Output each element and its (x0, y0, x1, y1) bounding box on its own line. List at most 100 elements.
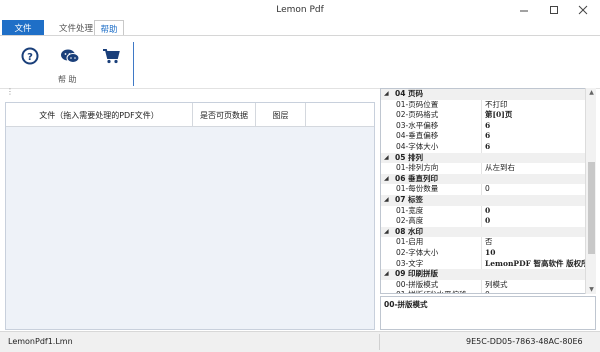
property-value[interactable]: 6 (485, 142, 490, 153)
property-value[interactable]: 10 (485, 248, 495, 259)
property-divider (481, 216, 482, 227)
property-row[interactable]: 00-拼版模式 列模式 (381, 279, 585, 291)
property-row[interactable]: 01-宽度 0 (381, 205, 585, 217)
property-category[interactable]: ◢ 05 排列 (381, 152, 585, 164)
scroll-up-icon[interactable]: ▲ (586, 88, 597, 97)
property-value[interactable]: 列模式 (485, 280, 508, 291)
property-row[interactable]: 03-文字 LemonPDF 智高软件 版权所 (381, 258, 589, 270)
property-row[interactable]: 03-水平偏移 6 (381, 120, 585, 132)
collapse-toggle-icon[interactable]: ◢ (384, 89, 392, 100)
property-divider (481, 131, 482, 142)
property-row[interactable]: 01-排列方向 从左到右 (381, 163, 585, 174)
property-key: 04-垂直偏移 (396, 131, 439, 141)
wechat-button[interactable] (60, 46, 80, 66)
collapse-toggle-icon[interactable]: ◢ (384, 153, 392, 164)
property-value[interactable]: 0 (485, 290, 490, 293)
property-divider (481, 184, 482, 195)
property-category[interactable]: ◢ 07 标签 (381, 195, 585, 206)
property-value[interactable]: 0 (485, 184, 490, 195)
close-button[interactable] (576, 3, 590, 17)
scroll-down-icon[interactable]: ▼ (586, 285, 597, 294)
property-key: 02-字体大小 (396, 248, 439, 257)
property-value[interactable]: 不打印 (485, 100, 508, 111)
maximize-button[interactable] (547, 3, 561, 17)
scroll-thumb[interactable] (588, 162, 595, 254)
property-key: 01-启用 (396, 237, 424, 247)
property-category-label: 08 水印 (395, 226, 424, 236)
property-scrollbar[interactable]: ▲ ▼ (585, 88, 596, 294)
maximize-icon (550, 6, 558, 14)
shopping-cart-icon (103, 49, 120, 64)
property-value[interactable]: 第[0]页 (485, 110, 512, 121)
property-value[interactable]: LemonPDF 智高软件 版权所 (485, 259, 589, 270)
property-value[interactable]: 从左到右 (485, 163, 515, 174)
status-file-name: LemonPdf1.Lmn (8, 337, 73, 346)
property-row[interactable]: 02-字体大小 10 (381, 248, 585, 259)
property-value[interactable]: 0 (485, 216, 490, 227)
collapse-toggle-icon[interactable]: ◢ (384, 174, 392, 185)
property-row[interactable]: 01-启用 否 (381, 237, 585, 248)
tab-help[interactable]: 帮助 (94, 20, 124, 36)
property-category-label: 06 垂直列印 (395, 173, 439, 183)
property-divider (481, 279, 482, 291)
property-divider (481, 163, 482, 174)
shop-button[interactable] (101, 46, 121, 66)
property-divider (481, 258, 482, 270)
status-separator (379, 334, 380, 350)
collapse-toggle-icon[interactable]: ◢ (384, 269, 392, 280)
property-category[interactable]: ◢ 06 垂直列印 (381, 173, 585, 185)
help-button[interactable]: ? (20, 46, 40, 66)
property-value[interactable]: 否 (485, 237, 493, 248)
ribbon-help-group: ? 帮 助 (0, 36, 600, 88)
property-category[interactable]: ◢ 09 印刷拼版 (381, 269, 585, 280)
property-row[interactable]: 04-字体大小 6 (381, 142, 585, 153)
property-key: 01-拼版(列)水平偏移 (396, 290, 467, 293)
column-header-file[interactable]: 文件（拖入需要处理的PDF文件） (6, 103, 193, 127)
property-category[interactable]: ◢ 08 水印 (381, 226, 585, 238)
property-divider (481, 99, 482, 111)
property-key: 01-宽度 (396, 205, 424, 215)
toolbar-grip[interactable]: ⋮ (6, 88, 14, 100)
status-machine-code: 9E5C-DD05-7863-48AC-80E6 (466, 337, 583, 346)
ribbon-tabs: 文件 文件处理 帮助 (0, 20, 600, 36)
property-key: 02-页码格式 (396, 110, 439, 120)
property-category-label: 05 排列 (395, 152, 424, 162)
column-header-page-data[interactable]: 是否可页数据 (193, 103, 256, 127)
property-key: 01-页码位置 (396, 99, 439, 109)
property-key: 03-水平偏移 (396, 120, 439, 130)
property-row[interactable]: 02-页码格式 第[0]页 (381, 110, 585, 121)
property-row[interactable]: 01-页码位置 不打印 (381, 99, 585, 111)
status-bar: LemonPdf1.Lmn 9E5C-DD05-7863-48AC-80E6 (0, 331, 600, 352)
property-row[interactable]: 02-高度 0 (381, 216, 585, 227)
collapse-toggle-icon[interactable]: ◢ (384, 227, 392, 238)
property-value[interactable]: 6 (485, 131, 490, 142)
property-divider (481, 142, 482, 153)
property-category-label: 07 标签 (395, 195, 424, 204)
property-key: 00-拼版模式 (396, 279, 439, 289)
property-value[interactable]: 0 (485, 206, 490, 217)
property-category[interactable]: ◢ 04 页码 (381, 89, 585, 100)
tab-file[interactable]: 文件 (2, 20, 44, 35)
property-key: 01-每份数量 (396, 184, 439, 194)
file-list-panel[interactable]: 文件（拖入需要处理的PDF文件） 是否可页数据 图层 (5, 102, 375, 330)
column-header-layer[interactable]: 图层 (256, 103, 306, 127)
property-value[interactable]: 6 (485, 121, 490, 132)
property-category-label: 09 印刷拼版 (395, 269, 439, 279)
property-divider (481, 248, 482, 259)
property-key: 01-排列方向 (396, 163, 439, 173)
svg-text:?: ? (27, 52, 33, 63)
property-row[interactable]: 01-拼版(列)水平偏移 0 (381, 290, 585, 293)
close-icon (578, 5, 588, 15)
property-row[interactable]: 01-每份数量 0 (381, 184, 585, 195)
property-row[interactable]: 04-垂直偏移 6 (381, 131, 585, 142)
property-key: 03-文字 (396, 258, 424, 268)
minimize-button[interactable] (517, 3, 531, 17)
property-description-panel: 00-拼版模式 (380, 296, 596, 330)
property-divider (481, 205, 482, 217)
wechat-icon (61, 49, 80, 63)
property-divider (481, 110, 482, 121)
file-table-header: 文件（拖入需要处理的PDF文件） 是否可页数据 图层 (6, 103, 374, 127)
collapse-toggle-icon[interactable]: ◢ (384, 195, 392, 206)
property-key: 04-字体大小 (396, 142, 439, 151)
property-divider (481, 290, 482, 293)
